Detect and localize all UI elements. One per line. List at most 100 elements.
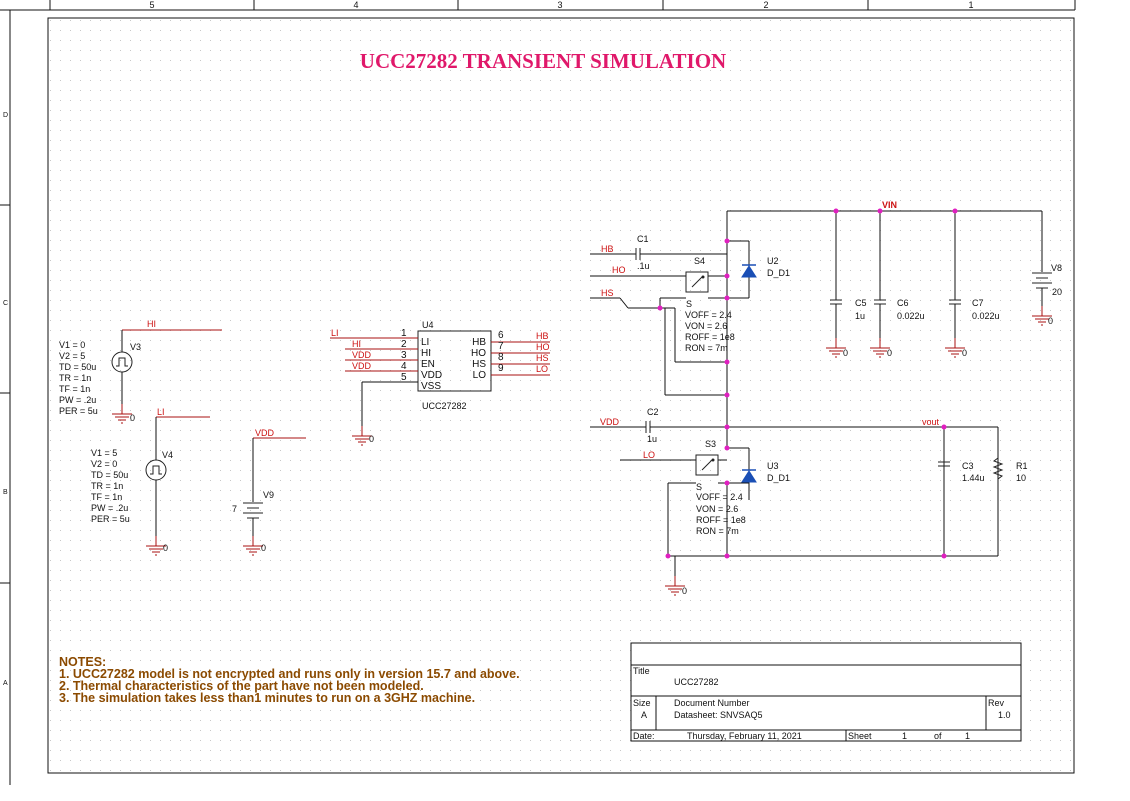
part-value: .1u xyxy=(637,261,650,271)
title-value: UCC27282 xyxy=(674,677,719,687)
part-ref: U2 xyxy=(767,256,779,266)
net-label: VDD xyxy=(352,361,372,371)
pin-name: LO xyxy=(473,370,487,381)
net-label: LI xyxy=(331,328,339,338)
param: TD = 50u xyxy=(91,470,128,480)
zone-label-top: 2 xyxy=(763,0,768,10)
part-ref: V4 xyxy=(162,450,173,460)
net-label-lo: LO xyxy=(643,450,655,460)
zone-label-side: D xyxy=(3,112,8,119)
gnd-label: 0 xyxy=(369,434,374,444)
sheet-label: Sheet xyxy=(848,731,872,741)
param: VOFF = 2.4 xyxy=(685,310,732,320)
rev-label: Rev xyxy=(988,698,1005,708)
param: VOFF = 2.4 xyxy=(696,492,743,502)
part-ref: C5 xyxy=(855,298,867,308)
pin-number: 2 xyxy=(401,339,407,350)
part-model: D_D1 xyxy=(767,473,790,483)
zone-label-top: 4 xyxy=(353,0,358,10)
gnd-label: 0 xyxy=(1048,316,1053,326)
net-label-hi: HI xyxy=(147,319,156,329)
part-ref: V8 xyxy=(1051,263,1062,273)
param: TD = 50u xyxy=(59,362,96,372)
zone-label-top: 1 xyxy=(968,0,973,10)
param: RON = 7m xyxy=(685,343,728,353)
param: TR = 1n xyxy=(59,373,91,383)
pin-name: HS xyxy=(472,359,486,370)
rev-value: 1.0 xyxy=(998,710,1011,720)
param: V1 = 5 xyxy=(91,448,117,458)
zone-label-top: 5 xyxy=(149,0,154,10)
pin-name: LI xyxy=(421,337,429,348)
part-value: 1u xyxy=(855,311,865,321)
param: RON = 7m xyxy=(696,526,739,536)
net-label: HI xyxy=(352,339,361,349)
title-label: Title xyxy=(633,666,650,676)
sheet-total: 1 xyxy=(965,731,970,741)
pin-number: 3 xyxy=(401,350,407,361)
net-label: LO xyxy=(536,364,548,374)
param: PW = .2u xyxy=(91,503,128,513)
pin-name: EN xyxy=(421,359,435,370)
param: PER = 5u xyxy=(91,514,130,524)
date-label: Date: xyxy=(633,731,655,741)
pin-name: HB xyxy=(472,337,486,348)
part-ref: C6 xyxy=(897,298,909,308)
param: V1 = 0 xyxy=(59,340,85,350)
pin-name: VDD xyxy=(421,370,442,381)
gnd-label: 0 xyxy=(887,348,892,358)
sheet-number: 1 xyxy=(902,731,907,741)
gnd-label: 0 xyxy=(261,543,266,553)
net-label: VDD xyxy=(352,350,372,360)
pin-number: 8 xyxy=(498,352,504,363)
doc-label: Document Number xyxy=(674,698,750,708)
date-value: Thursday, February 11, 2021 xyxy=(687,731,802,741)
param: V2 = 0 xyxy=(91,459,117,469)
part-ref: R1 xyxy=(1016,461,1028,471)
part-ref: S3 xyxy=(705,439,716,449)
part-value: 0.022u xyxy=(897,311,925,321)
pin-number: 9 xyxy=(498,363,504,374)
gnd-label: 0 xyxy=(163,543,168,553)
net-label-hb: HB xyxy=(601,244,614,254)
param: TR = 1n xyxy=(91,481,123,491)
of-label: of xyxy=(934,731,942,741)
pin-number: 5 xyxy=(401,372,407,383)
net-label-vdd: VDD xyxy=(255,428,275,438)
part-model: D_D1 xyxy=(767,268,790,278)
gnd-label: 0 xyxy=(682,586,687,596)
schematic-canvas: 5 4 3 2 1 D C B A UCC27282 TRANSIENT SIM… xyxy=(0,0,1076,785)
part-value: 0.022u xyxy=(972,311,1000,321)
net-label-ho: HO xyxy=(612,265,626,275)
param: ROFF = 1e8 xyxy=(696,515,746,525)
gnd-label: 0 xyxy=(962,348,967,358)
net-label: HB xyxy=(536,331,549,341)
param: VON = 2.6 xyxy=(696,504,738,514)
param: VON = 2.6 xyxy=(685,321,727,331)
net-label-li: LI xyxy=(157,407,165,417)
part-ref: U3 xyxy=(767,461,779,471)
pin-number: 6 xyxy=(498,330,504,341)
param: ROFF = 1e8 xyxy=(685,332,735,342)
zone-label-side: C xyxy=(3,300,8,307)
param: PER = 5u xyxy=(59,406,98,416)
pin-name: HO xyxy=(471,348,486,359)
part-value: 10 xyxy=(1016,473,1026,483)
net-label-vin: VIN xyxy=(882,200,897,210)
net-label: HS xyxy=(536,353,549,363)
part-ref: U4 xyxy=(422,320,434,330)
net-label-vdd: VDD xyxy=(600,417,620,427)
part-ref: C1 xyxy=(637,234,649,244)
part-ref: V3 xyxy=(130,342,141,352)
param: V2 = 5 xyxy=(59,351,85,361)
size-label: Size xyxy=(633,698,651,708)
part-name: UCC27282 xyxy=(422,401,467,411)
title-block: Title UCC27282 Size A Document Number Da… xyxy=(630,642,1022,742)
part-value: 1.44u xyxy=(962,473,985,483)
part-value: 1u xyxy=(647,434,657,444)
pin-number: 1 xyxy=(401,328,407,339)
gnd-label: 0 xyxy=(130,413,135,423)
size-value: A xyxy=(641,710,647,720)
param: PW = .2u xyxy=(59,395,96,405)
part-ref: C7 xyxy=(972,298,984,308)
